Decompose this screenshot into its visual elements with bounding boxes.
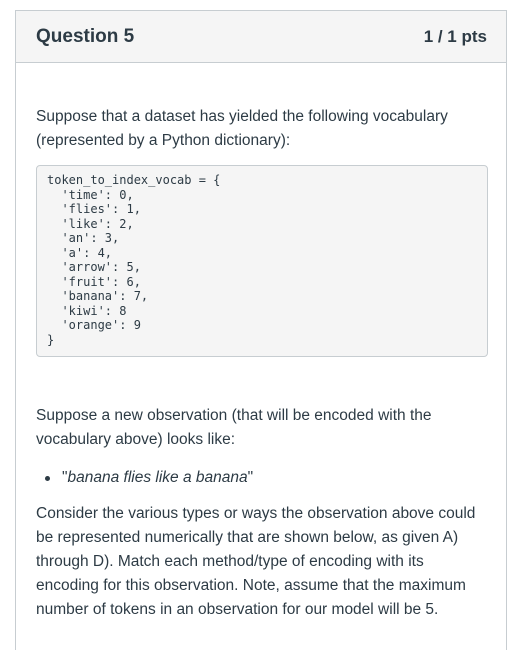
code-line: 'arrow': 5,: [47, 260, 141, 274]
list-item: "banana flies like a banana": [45, 466, 486, 490]
code-line: 'banana': 7,: [47, 289, 149, 303]
code-line: 'fruit': 6,: [47, 274, 141, 289]
question-body: Suppose that a dataset has yielded the f…: [16, 63, 506, 622]
code-line: 'an': 3,: [47, 231, 120, 245]
question-title: Question 5: [36, 25, 135, 47]
observation-intro-text: Suppose a new observation (that will be …: [36, 407, 432, 448]
code-line: 'a': 4,: [47, 245, 113, 260]
code-line: 'time': 0,: [47, 187, 134, 202]
intro-text: Suppose that a dataset has yielded the f…: [36, 108, 448, 149]
code-line: }: [47, 332, 55, 347]
close-quote: ": [247, 469, 254, 486]
instructions-text: Consider the various types or ways the o…: [36, 505, 476, 618]
bullet-icon: [45, 476, 50, 481]
observation-text: banana flies like a banana: [67, 469, 248, 486]
code-line: token_to_index_vocab = {: [47, 173, 221, 187]
code-line: 'orange': 9: [47, 318, 141, 332]
code-line: 'kiwi': 8: [47, 303, 127, 318]
question-card: Question 5 1 / 1 pts Suppose that a data…: [15, 10, 507, 650]
question-points: 1 / 1 pts: [423, 26, 487, 46]
vocab-code-block: token_to_index_vocab = { 'time': 0, 'fli…: [36, 165, 488, 357]
observation-list: "banana flies like a banana": [36, 466, 486, 490]
code-line: 'like': 2,: [47, 216, 134, 231]
question-header: Question 5 1 / 1 pts: [16, 11, 506, 63]
code-line: 'flies': 1,: [47, 202, 141, 216]
